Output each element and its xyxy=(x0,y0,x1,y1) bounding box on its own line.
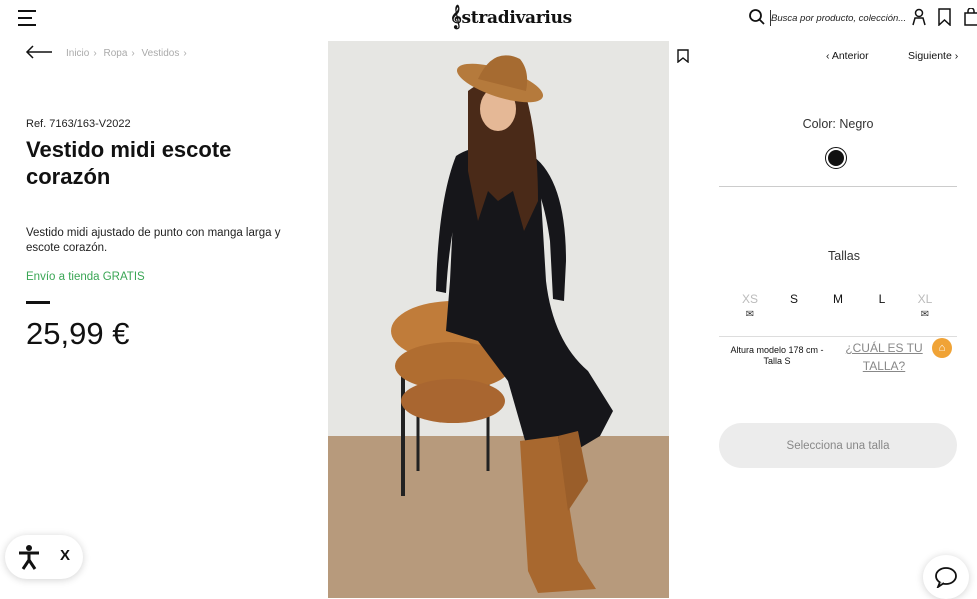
product-image[interactable] xyxy=(328,41,669,598)
size-xs[interactable]: XS xyxy=(735,292,765,306)
select-size-button[interactable]: Selecciona una talla xyxy=(719,423,957,468)
logo[interactable]: 𝄞stradivarius xyxy=(450,4,572,28)
wishlist-icon[interactable] xyxy=(937,8,952,26)
color-swatch-black[interactable] xyxy=(825,147,847,169)
divider xyxy=(719,336,957,337)
size-s[interactable]: S xyxy=(779,292,809,306)
back-arrow-icon[interactable] xyxy=(25,45,53,59)
size-l[interactable]: L xyxy=(867,292,897,306)
next-label: Siguiente xyxy=(908,50,952,62)
breadcrumb-item[interactable]: Vestidos xyxy=(142,48,180,59)
model-size-info: Altura modelo 178 cm - Talla S xyxy=(730,345,824,366)
product-price: 25,99 € xyxy=(26,316,130,351)
bag-icon[interactable] xyxy=(964,8,977,26)
shipping-info: Envío a tienda GRATIS xyxy=(26,271,145,283)
color-label: Color: Negro xyxy=(802,117,874,131)
chevron-right-icon: › xyxy=(951,50,959,62)
close-accessibility-button[interactable]: X xyxy=(60,547,70,564)
previous-product-link[interactable]: ‹ Anterior xyxy=(826,50,869,62)
size-xl[interactable]: XL xyxy=(910,292,940,306)
size-guide-link[interactable]: ¿CUÁL ES TU TALLA? xyxy=(842,339,926,375)
previous-label: Anterior xyxy=(831,50,869,62)
divider xyxy=(719,186,957,187)
breadcrumb: Inicio › Ropa › Vestidos › xyxy=(66,48,191,59)
product-description: Vestido midi ajustado de punto con manga… xyxy=(26,227,281,254)
search-icon[interactable] xyxy=(748,8,766,26)
breadcrumb-item[interactable]: Inicio xyxy=(66,48,89,59)
next-product-link[interactable]: Siguiente › xyxy=(908,50,958,62)
notify-mail-icon[interactable]: ✉ xyxy=(735,309,765,320)
breadcrumb-item[interactable]: Ropa xyxy=(103,48,127,59)
accessibility-widget[interactable] xyxy=(5,535,83,579)
size-m[interactable]: M xyxy=(823,292,853,306)
breadcrumb-separator: › xyxy=(131,48,135,59)
sizes-label: Tallas xyxy=(828,249,860,263)
swatch-dot xyxy=(828,150,844,166)
product-title: Vestido midi escote corazón xyxy=(26,137,232,189)
menu-icon[interactable] xyxy=(18,10,36,26)
product-ref: Ref. 7163/163-V2022 xyxy=(26,118,131,130)
save-image-icon[interactable] xyxy=(677,49,689,63)
breadcrumb-separator: › xyxy=(183,48,187,59)
search-input[interactable] xyxy=(770,10,906,26)
price-divider xyxy=(26,301,50,304)
chat-icon xyxy=(935,567,957,588)
breadcrumb-separator: › xyxy=(93,48,97,59)
chat-button[interactable] xyxy=(923,555,969,599)
notify-mail-icon[interactable]: ✉ xyxy=(910,309,940,320)
accessibility-icon[interactable] xyxy=(17,544,41,570)
user-icon[interactable] xyxy=(911,8,927,26)
logo-text: stradivarius xyxy=(461,8,573,28)
hanger-icon[interactable]: ⌂ xyxy=(932,338,952,358)
